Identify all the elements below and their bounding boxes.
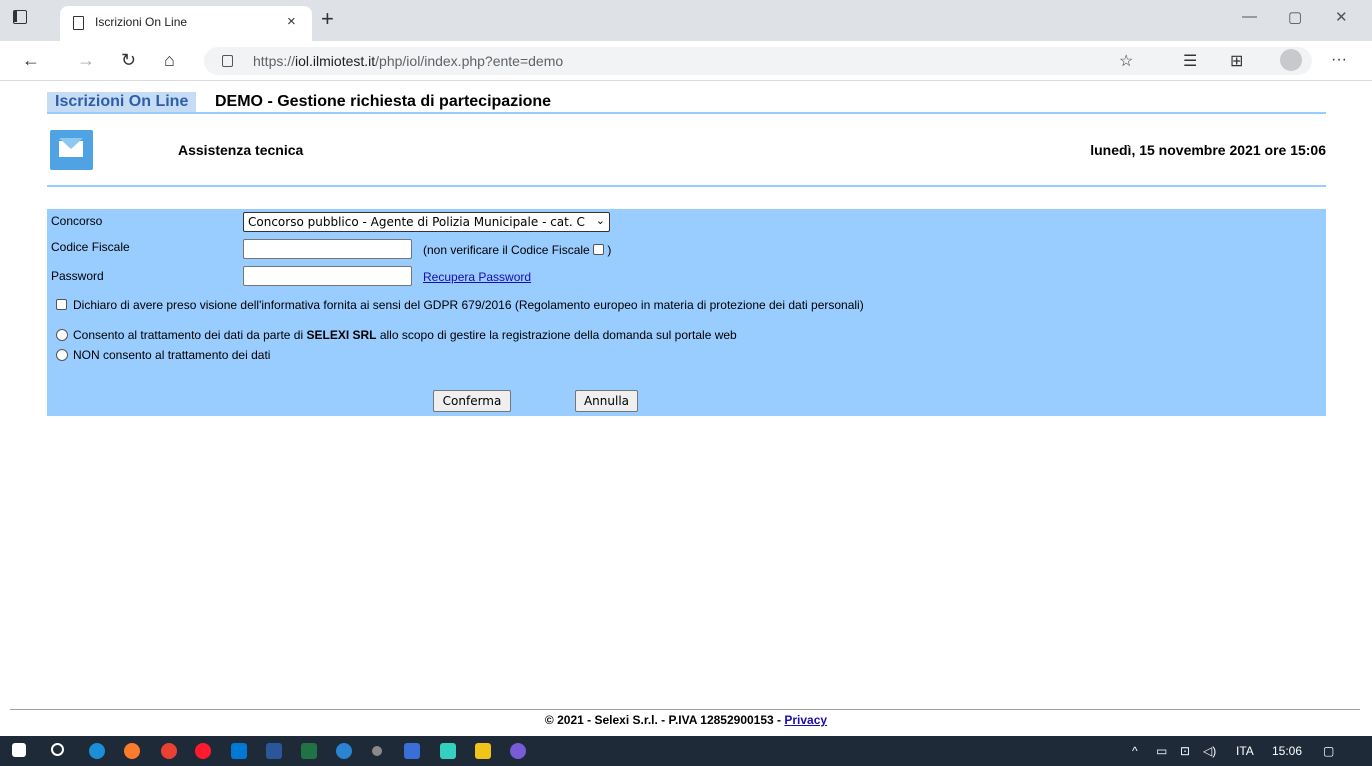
- clock[interactable]: 15:06: [1272, 744, 1302, 758]
- word-icon[interactable]: [266, 743, 282, 759]
- app-icon[interactable]: [372, 746, 382, 756]
- collections-icon[interactable]: ⊞: [1230, 51, 1243, 71]
- consent-radio[interactable]: [56, 329, 68, 341]
- browser-tab[interactable]: Iscrizioni On Line ×: [60, 6, 312, 41]
- no-consent-radio[interactable]: [56, 349, 68, 361]
- gdpr-text: Dichiaro di avere preso visione dell'inf…: [73, 298, 864, 312]
- new-tab-button[interactable]: +: [321, 6, 334, 32]
- language-indicator[interactable]: ITA: [1236, 744, 1254, 758]
- cf-label: Codice Fiscale: [51, 240, 130, 254]
- back-icon[interactable]: ←: [22, 50, 40, 71]
- opera-icon[interactable]: [195, 743, 211, 759]
- skip-cf-check-checkbox[interactable]: [593, 244, 605, 255]
- app-icon[interactable]: [336, 743, 352, 759]
- cancel-button[interactable]: Annulla: [575, 390, 638, 412]
- php-icon[interactable]: [510, 743, 526, 759]
- page-icon: [73, 16, 84, 30]
- privacy-link[interactable]: Privacy: [784, 713, 827, 727]
- page-header: Iscrizioni On Line DEMO - Gestione richi…: [47, 92, 1326, 114]
- chevron-down-icon: ⌄: [595, 214, 605, 227]
- cf-verify-note: (non verificare il Codice Fiscale ): [423, 243, 611, 257]
- firefox-icon[interactable]: [124, 743, 140, 759]
- tab-actions-icon[interactable]: [13, 10, 27, 24]
- edge-icon[interactable]: [89, 743, 105, 759]
- favorites-icon[interactable]: ☰: [1183, 51, 1197, 71]
- page-title: DEMO - Gestione richiesta di partecipazi…: [215, 93, 552, 110]
- paint-icon[interactable]: [475, 743, 491, 759]
- windows-start-icon[interactable]: [12, 743, 26, 757]
- recover-password-link[interactable]: Recupera Password: [423, 270, 531, 284]
- brand-label: Iscrizioni On Line: [47, 92, 197, 112]
- consent-text: Consento al trattamento dei dati da part…: [73, 328, 737, 342]
- codice-fiscale-input[interactable]: [243, 239, 412, 259]
- minimize-button[interactable]: —: [1242, 8, 1257, 25]
- refresh-icon[interactable]: ↻: [121, 50, 136, 71]
- maximize-button[interactable]: ▢: [1288, 8, 1302, 26]
- tab-title: Iscrizioni On Line: [95, 15, 188, 29]
- tray-chevron-up-icon[interactable]: ^: [1132, 744, 1138, 758]
- volume-icon[interactable]: ◁): [1203, 744, 1216, 758]
- outlook-icon[interactable]: [231, 743, 247, 759]
- concorso-label: Concorso: [51, 214, 103, 228]
- confirm-button[interactable]: Conferma: [433, 390, 511, 412]
- footer-text: © 2021 - Selexi S.r.l. - P.IVA 128529001…: [544, 713, 785, 727]
- favorite-add-icon[interactable]: ☆: [1119, 51, 1133, 71]
- consent-text-prefix: Consento al trattamento dei dati da part…: [73, 328, 307, 342]
- browser-titlebar: Iscrizioni On Line × + — ▢ ✕: [0, 0, 1372, 41]
- no-consent-text: NON consento al trattamento dei dati: [73, 348, 271, 362]
- excel-icon[interactable]: [301, 743, 317, 759]
- gdpr-checkbox[interactable]: [56, 299, 67, 310]
- url-text[interactable]: https://iol.ilmiotest.it/php/iol/index.p…: [253, 53, 563, 69]
- file-manager-icon[interactable]: [404, 743, 420, 759]
- consent-company: SELEXI SRL: [306, 328, 377, 342]
- cf-note-text: (non verificare il Codice Fiscale: [423, 243, 590, 257]
- network-icon[interactable]: ⊡: [1180, 744, 1190, 758]
- page-content: Iscrizioni On Line DEMO - Gestione richi…: [0, 82, 1372, 727]
- divider: [47, 185, 1326, 187]
- password-label: Password: [51, 269, 104, 283]
- taskbar: ^ ▭ ⊡ ◁) ITA 15:06 ▢: [0, 736, 1372, 766]
- lock-icon[interactable]: [222, 55, 233, 67]
- footer-divider: [10, 709, 1360, 710]
- chrome-icon[interactable]: [161, 743, 177, 759]
- home-icon[interactable]: ⌂: [164, 50, 175, 71]
- notification-icon[interactable]: ▢: [1323, 744, 1334, 758]
- concorso-selected-value: Concorso pubblico - Agente di Polizia Mu…: [248, 215, 585, 229]
- browser-toolbar: ← → ↻ ⌂ https://iol.ilmiotest.it/php/iol…: [0, 41, 1372, 81]
- footer: © 2021 - Selexi S.r.l. - P.IVA 128529001…: [0, 713, 1372, 727]
- assistance-label[interactable]: Assistenza tecnica: [178, 142, 303, 158]
- cf-note-close: ): [607, 243, 612, 257]
- close-window-button[interactable]: ✕: [1335, 8, 1348, 26]
- consent-text-suffix: allo scopo di gestire la registrazione d…: [376, 328, 737, 342]
- login-form: Concorso Concorso pubblico - Agente di P…: [47, 209, 1326, 416]
- battery-icon[interactable]: ▭: [1156, 744, 1167, 758]
- current-datetime: lunedì, 15 novembre 2021 ore 15:06: [1090, 142, 1326, 158]
- forward-icon[interactable]: →: [77, 50, 95, 71]
- concorso-select[interactable]: Concorso pubblico - Agente di Polizia Mu…: [243, 212, 610, 232]
- snip-icon[interactable]: [440, 743, 456, 759]
- profile-icon[interactable]: [1280, 49, 1302, 71]
- close-tab-icon[interactable]: ×: [287, 13, 296, 30]
- more-icon[interactable]: ···: [1331, 51, 1347, 69]
- search-icon[interactable]: [51, 743, 64, 756]
- mail-icon[interactable]: [50, 130, 93, 170]
- password-input[interactable]: [243, 266, 412, 286]
- address-bar[interactable]: https://iol.ilmiotest.it/php/iol/index.p…: [204, 47, 1312, 75]
